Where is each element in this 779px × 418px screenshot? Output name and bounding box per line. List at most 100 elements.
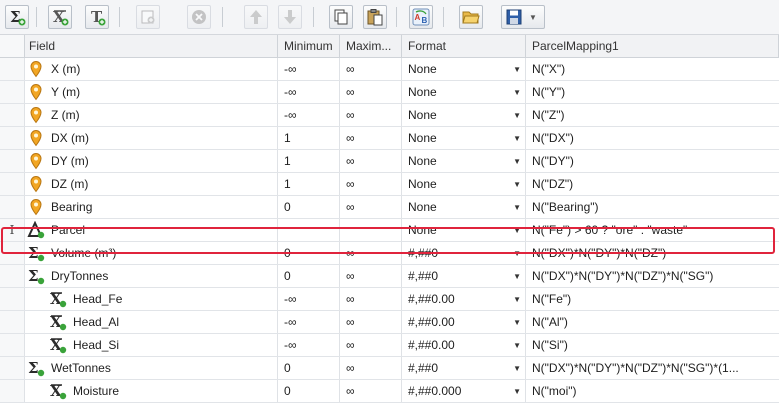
minimum-cell[interactable]: -∞ (278, 288, 340, 310)
copy-button[interactable] (329, 5, 353, 29)
format-dropdown[interactable]: None ▼ (402, 127, 526, 149)
paste-button[interactable] (363, 5, 387, 29)
row-indicator[interactable] (0, 357, 25, 379)
mapping-cell[interactable]: N("Al") (526, 311, 779, 333)
table-row[interactable]: X Head_Fe -∞ ∞ #,##0.00 ▼ N("Fe") (0, 288, 779, 311)
maximum-cell[interactable]: ∞ (340, 104, 402, 126)
table-row[interactable]: Σ DryTonnes 0 ∞ #,##0 ▼ N("DX")*N("DY")*N("DZ"… (0, 265, 779, 288)
field-cell[interactable]: X Head_Fe (25, 288, 278, 310)
mapping-cell[interactable]: N("moi") (526, 380, 779, 402)
table-row[interactable]: X Head_Al -∞ ∞ #,##0.00 ▼ N("Al") (0, 311, 779, 334)
chevron-down-icon[interactable]: ▼ (513, 272, 521, 281)
field-cell[interactable]: X (m) (25, 58, 278, 80)
field-cell[interactable]: DY (m) (25, 150, 278, 172)
field-cell[interactable]: Σ Volume (m³) (25, 242, 278, 264)
maximum-cell[interactable]: ∞ (340, 242, 402, 264)
minimum-cell[interactable] (278, 219, 340, 241)
chevron-down-icon[interactable]: ▼ (513, 111, 521, 120)
format-dropdown[interactable]: None ▼ (402, 196, 526, 218)
field-cell[interactable]: DX (m) (25, 127, 278, 149)
format-dropdown[interactable]: #,##0.00 ▼ (402, 334, 526, 356)
mapping-cell[interactable]: N("DX")*N("DY")*N("DZ")*N("SG") (526, 265, 779, 287)
field-cell[interactable]: X Head_Al (25, 311, 278, 333)
row-indicator[interactable] (0, 334, 25, 356)
table-row[interactable]: Σ WetTonnes 0 ∞ #,##0 ▼ N("DX")*N("DY")*N("DZ"… (0, 357, 779, 380)
row-indicator[interactable] (0, 311, 25, 333)
row-indicator[interactable] (0, 288, 25, 310)
minimum-cell[interactable]: 0 (278, 242, 340, 264)
mapping-cell[interactable]: N("DZ") (526, 173, 779, 195)
field-cell[interactable]: Z (m) (25, 104, 278, 126)
maximum-cell[interactable]: ∞ (340, 357, 402, 379)
chevron-down-icon[interactable]: ▼ (513, 364, 521, 373)
maximum-cell[interactable]: ∞ (340, 288, 402, 310)
maximum-cell[interactable]: ∞ (340, 265, 402, 287)
move-down-button[interactable] (278, 5, 302, 29)
format-dropdown[interactable]: #,##0.00 ▼ (402, 288, 526, 310)
row-indicator[interactable]: I (0, 219, 25, 241)
minimum-cell[interactable]: -∞ (278, 334, 340, 356)
format-dropdown[interactable]: #,##0.00 ▼ (402, 311, 526, 333)
table-row[interactable]: DX (m) 1 ∞ None ▼ N("DX") (0, 127, 779, 150)
field-cell[interactable]: Σ WetTonnes (25, 357, 278, 379)
maximum-cell[interactable]: ∞ (340, 334, 402, 356)
minimum-cell[interactable]: 0 (278, 265, 340, 287)
maximum-cell[interactable]: ∞ (340, 196, 402, 218)
field-cell[interactable]: X Head_Si (25, 334, 278, 356)
minimum-cell[interactable]: -∞ (278, 58, 340, 80)
maximum-cell[interactable]: ∞ (340, 127, 402, 149)
format-dropdown[interactable]: None ▼ (402, 104, 526, 126)
row-indicator[interactable] (0, 81, 25, 103)
add-child-button[interactable] (136, 5, 160, 29)
add-expression-button[interactable]: Σ (5, 5, 29, 29)
row-indicator[interactable] (0, 150, 25, 172)
field-cell[interactable]: X Moisture (25, 380, 278, 402)
mapping-cell[interactable]: N("DX")*N("DY")*N("DZ")*N("SG")*(1... (526, 357, 779, 379)
row-indicator[interactable] (0, 196, 25, 218)
field-cell[interactable]: Y (m) (25, 81, 278, 103)
maximum-cell[interactable]: ∞ (340, 58, 402, 80)
format-dropdown[interactable]: None ▼ (402, 58, 526, 80)
format-dropdown[interactable]: #,##0 ▼ (402, 265, 526, 287)
chevron-down-icon[interactable]: ▼ (513, 226, 521, 235)
row-indicator[interactable] (0, 242, 25, 264)
row-indicator[interactable] (0, 380, 25, 402)
maximum-cell[interactable]: ∞ (340, 150, 402, 172)
mapping-cell[interactable]: N("Z") (526, 104, 779, 126)
chevron-down-icon[interactable]: ▼ (513, 318, 521, 327)
row-indicator[interactable] (0, 58, 25, 80)
format-dropdown[interactable]: #,##0 ▼ (402, 242, 526, 264)
table-row[interactable]: Z (m) -∞ ∞ None ▼ N("Z") (0, 104, 779, 127)
table-row[interactable]: X Moisture 0 ∞ #,##0.000 ▼ N("moi") (0, 380, 779, 403)
mapping-cell[interactable]: N("X") (526, 58, 779, 80)
column-header-maximum[interactable]: Maxim... (340, 35, 402, 57)
table-row[interactable]: DZ (m) 1 ∞ None ▼ N("DZ") (0, 173, 779, 196)
minimum-cell[interactable]: -∞ (278, 81, 340, 103)
table-row[interactable]: X (m) -∞ ∞ None ▼ N("X") (0, 58, 779, 81)
open-button[interactable] (459, 5, 483, 29)
minimum-cell[interactable]: 0 (278, 380, 340, 402)
row-indicator[interactable] (0, 104, 25, 126)
column-header-field[interactable]: Field (25, 35, 278, 57)
minimum-cell[interactable]: 1 (278, 127, 340, 149)
row-indicator[interactable] (0, 265, 25, 287)
mapping-cell[interactable]: N("DX")*N("DY")*N("DZ") (526, 242, 779, 264)
mapping-cell[interactable]: N("DY") (526, 150, 779, 172)
mapping-cell[interactable]: N("DX") (526, 127, 779, 149)
chevron-down-icon[interactable]: ▼ (513, 88, 521, 97)
format-dropdown[interactable]: #,##0.000 ▼ (402, 380, 526, 402)
field-cell[interactable]: Parcel (25, 219, 278, 241)
column-header-format[interactable]: Format (402, 35, 526, 57)
rename-button[interactable]: AB (409, 5, 433, 29)
maximum-cell[interactable]: ∞ (340, 311, 402, 333)
chevron-down-icon[interactable]: ▼ (513, 180, 521, 189)
minimum-cell[interactable]: -∞ (278, 311, 340, 333)
mapping-cell[interactable]: N("Y") (526, 81, 779, 103)
chevron-down-icon[interactable]: ▼ (513, 134, 521, 143)
chevron-down-icon[interactable]: ▼ (513, 157, 521, 166)
table-row[interactable]: Y (m) -∞ ∞ None ▼ N("Y") (0, 81, 779, 104)
mapping-cell[interactable]: N("Bearing") (526, 196, 779, 218)
chevron-down-icon[interactable]: ▼ (513, 65, 521, 74)
chevron-down-icon[interactable]: ▼ (513, 249, 521, 258)
format-dropdown[interactable]: None ▼ (402, 81, 526, 103)
